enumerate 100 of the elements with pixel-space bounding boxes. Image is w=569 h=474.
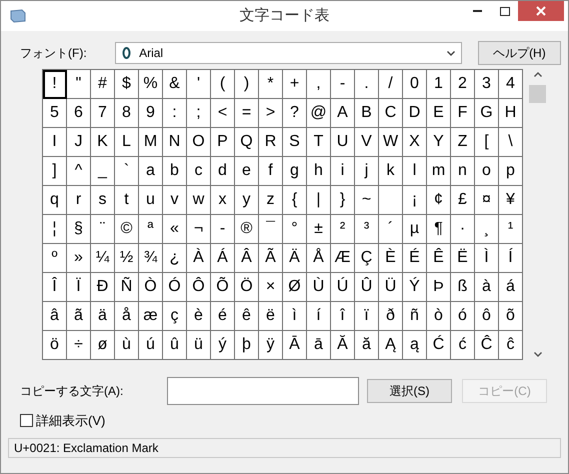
character-cell[interactable]: } [331,186,355,215]
character-cell[interactable]: ĉ [499,331,523,360]
character-cell[interactable]: î [331,302,355,331]
character-cell[interactable]: - [211,215,235,244]
advanced-view-checkbox[interactable] [20,414,33,428]
character-cell[interactable]: # [91,70,115,99]
character-cell[interactable]: § [67,215,91,244]
character-cell[interactable]: i [331,157,355,186]
character-cell[interactable]: ® [235,215,259,244]
character-cell[interactable]: ā [307,331,331,360]
character-cell[interactable]: ¿ [163,244,187,273]
character-cell[interactable]: Ã [259,244,283,273]
character-cell[interactable]: 6 [67,99,91,128]
character-cell[interactable]: Z [451,128,475,157]
character-cell[interactable]: { [283,186,307,215]
character-cell[interactable]: p [499,157,523,186]
character-cell[interactable]: [ [475,128,499,157]
character-cell[interactable]: Á [211,244,235,273]
character-cell[interactable]: N [163,128,187,157]
character-cell[interactable]: Ç [355,244,379,273]
character-cell[interactable]: ½ [115,244,139,273]
character-cell[interactable]: û [163,331,187,360]
character-cell[interactable]: a [139,157,163,186]
character-cell[interactable]: D [403,99,427,128]
character-cell[interactable]: é [211,302,235,331]
character-cell[interactable]: · [451,215,475,244]
character-cell[interactable]: ø [91,331,115,360]
character-cell[interactable]: ¡ [403,186,427,215]
character-cell[interactable]: x [211,186,235,215]
character-cell[interactable]: Ā [283,331,307,360]
character-cell[interactable]: h [307,157,331,186]
character-cell[interactable]: C [379,99,403,128]
character-cell[interactable]: f [259,157,283,186]
character-cell[interactable]: á [499,273,523,302]
character-cell[interactable]: j [355,157,379,186]
character-cell[interactable]: Å [307,244,331,273]
character-cell[interactable]: è [187,302,211,331]
character-cell[interactable]: ¨ [91,215,115,244]
character-cell[interactable]: S [283,128,307,157]
character-cell[interactable]: z [259,186,283,215]
character-cell[interactable]: / [379,70,403,99]
character-cell[interactable]: ì [283,302,307,331]
character-cell[interactable]: ¤ [475,186,499,215]
character-cell[interactable]: A [331,99,355,128]
character-cell[interactable]: < [211,99,235,128]
character-cell[interactable]: Ê [427,244,451,273]
character-cell[interactable]: Ä [283,244,307,273]
character-cell[interactable]: : [163,99,187,128]
character-cell[interactable]: ^ [67,157,91,186]
character-cell[interactable]: * [259,70,283,99]
character-cell[interactable]: ~ [355,186,379,215]
character-cell[interactable]: Õ [211,273,235,302]
character-cell[interactable]: Í [499,244,523,273]
character-cell[interactable]: U [331,128,355,157]
character-cell[interactable]: 5 [43,99,67,128]
character-cell[interactable]: ¾ [139,244,163,273]
character-cell[interactable]: Ý [403,273,427,302]
character-cell[interactable]: ¶ [427,215,451,244]
select-button[interactable]: 選択(S) [367,379,452,403]
character-cell[interactable]: = [235,99,259,128]
character-cell[interactable]: º [43,244,67,273]
close-button[interactable] [518,1,564,21]
character-cell[interactable]: 7 [91,99,115,128]
character-cell[interactable]: ¦ [43,215,67,244]
character-cell[interactable]: o [475,157,499,186]
character-cell[interactable]: F [451,99,475,128]
character-cell[interactable]: É [403,244,427,273]
character-cell[interactable]: Ü [379,273,403,302]
character-cell[interactable]: Þ [427,273,451,302]
character-cell[interactable]: m [427,157,451,186]
character-cell[interactable]: í [307,302,331,331]
character-cell[interactable]: 2 [451,70,475,99]
character-cell[interactable]: Ó [163,273,187,302]
character-cell[interactable]: l [403,157,427,186]
character-cell[interactable]: Ø [283,273,307,302]
scroll-up-icon[interactable] [534,72,542,77]
character-cell[interactable]: Û [355,273,379,302]
character-cell[interactable]: e [235,157,259,186]
character-cell[interactable]: Ĉ [475,331,499,360]
character-cell[interactable]: ¼ [91,244,115,273]
character-cell[interactable]: ä [91,302,115,331]
character-cell[interactable]: » [67,244,91,273]
character-cell[interactable]: _ [91,157,115,186]
character-cell[interactable]: ? [283,99,307,128]
character-cell[interactable]: Ï [67,273,91,302]
character-cell[interactable]: b [163,157,187,186]
character-cell[interactable]: Ú [331,273,355,302]
character-cell[interactable]: ý [211,331,235,360]
character-cell[interactable]: Ô [187,273,211,302]
character-cell[interactable]: ¸ [475,215,499,244]
character-cell[interactable]: Ë [451,244,475,273]
character-cell[interactable]: ô [475,302,499,331]
character-cell[interactable]: È [379,244,403,273]
character-cell[interactable]: µ [403,215,427,244]
character-cell[interactable]: , [307,70,331,99]
character-cell[interactable]: Y [427,128,451,157]
character-cell[interactable]: c [187,157,211,186]
character-cell[interactable]: 0 [403,70,427,99]
character-cell[interactable]: à [475,273,499,302]
character-cell[interactable]: Ö [235,273,259,302]
